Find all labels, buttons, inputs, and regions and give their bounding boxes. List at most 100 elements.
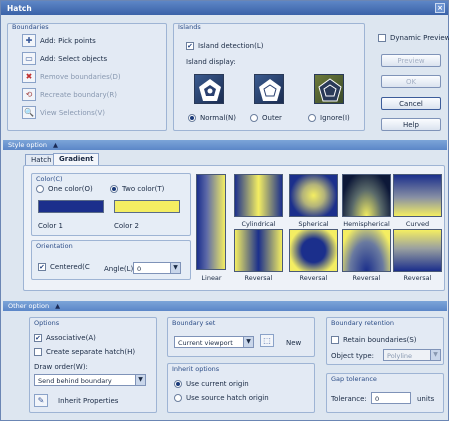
island-outer-preview[interactable] bbox=[254, 74, 284, 104]
pattern-reversal-label-2: Reversal bbox=[299, 274, 328, 282]
pattern-curved[interactable] bbox=[393, 174, 442, 217]
tab-gradient[interactable]: Gradient bbox=[53, 153, 100, 165]
recreate-boundary-icon: ⟲ bbox=[22, 88, 36, 101]
preview-button[interactable]: Preview bbox=[381, 54, 441, 67]
two-color-radio[interactable]: Two color(T) bbox=[110, 185, 164, 193]
object-type-label: Object type: bbox=[331, 352, 375, 360]
gap-tolerance-title: Gap tolerance bbox=[331, 375, 377, 383]
pattern-spherical-label: Spherical bbox=[298, 220, 329, 228]
pick-points-label: Add: Pick points bbox=[40, 36, 96, 45]
boundary-retention-group: Boundary retention Retain boundaries(S) … bbox=[326, 317, 444, 365]
other-option-bar[interactable]: Other option ▲ bbox=[3, 301, 447, 311]
color-group: Color(C) One color(O) Two color(T) Color… bbox=[31, 173, 191, 236]
remove-boundaries-label: Remove boundaries(D) bbox=[40, 72, 121, 81]
color2-label: Color 2 bbox=[114, 222, 139, 230]
tolerance-input[interactable]: 0 bbox=[371, 392, 411, 404]
view-selections-button[interactable]: 🔍 View Selections(V) bbox=[22, 106, 105, 119]
style-option-label: Style option bbox=[8, 141, 47, 149]
pick-points-button[interactable]: ✚ Add: Pick points bbox=[22, 34, 96, 47]
title-bar: Hatch × bbox=[1, 1, 448, 15]
use-current-origin-radio[interactable]: Use current origin bbox=[174, 380, 249, 388]
pentagon-ignore-icon bbox=[318, 78, 342, 102]
island-normal-label: Normal(N) bbox=[200, 114, 237, 122]
cancel-button[interactable]: Cancel bbox=[381, 97, 441, 110]
boundary-set-select[interactable]: Current viewport ▼ bbox=[174, 336, 254, 348]
collapse-icon[interactable]: ▲ bbox=[53, 141, 58, 149]
select-objects-button[interactable]: ▭ Add: Select objects bbox=[22, 52, 107, 65]
use-source-origin-radio[interactable]: Use source hatch origin bbox=[174, 394, 269, 402]
gradient-panel: Color(C) One color(O) Two color(T) Color… bbox=[23, 165, 445, 291]
associative-label: Associative(A) bbox=[46, 334, 96, 342]
normal-radio-dot bbox=[188, 114, 196, 122]
angle-value: 0 bbox=[137, 265, 142, 273]
islands-title: Islands bbox=[178, 23, 201, 31]
units-label: units bbox=[417, 395, 435, 403]
help-button[interactable]: Help bbox=[381, 118, 441, 131]
use-current-origin-label: Use current origin bbox=[186, 380, 249, 388]
island-outer-radio[interactable]: Outer bbox=[250, 114, 282, 122]
object-type-select[interactable]: Polyline ▼ bbox=[383, 349, 441, 361]
color1-swatch[interactable] bbox=[38, 200, 104, 213]
pentagon-normal-icon bbox=[199, 79, 221, 101]
chevron-down-icon: ▼ bbox=[135, 375, 145, 385]
close-icon[interactable]: × bbox=[435, 3, 445, 13]
pattern-cylindrical[interactable] bbox=[234, 174, 283, 217]
pattern-cylindrical-label: Cylindrical bbox=[241, 220, 276, 228]
inherit-options-group: Inherit options Use current origin Use s… bbox=[167, 363, 315, 413]
pattern-hemispherical[interactable] bbox=[342, 174, 391, 217]
inherit-properties-label: Inherit Properties bbox=[58, 396, 119, 405]
angle-label: Angle(L) bbox=[104, 265, 134, 273]
centered-checkbox[interactable]: ✔ Centered(C bbox=[38, 263, 90, 271]
island-outer-label: Outer bbox=[262, 114, 282, 122]
recreate-boundary-button[interactable]: ⟲ Recreate boundary(R) bbox=[22, 88, 117, 101]
retain-boundaries-check-icon bbox=[331, 336, 339, 344]
ok-button[interactable]: OK bbox=[381, 75, 441, 88]
separate-hatch-checkbox[interactable]: Create separate hatch(H) bbox=[34, 348, 135, 356]
island-ignore-radio[interactable]: Ignore(I) bbox=[308, 114, 350, 122]
select-cursor-icon: ⬚ bbox=[263, 336, 271, 345]
island-normal-radio[interactable]: Normal(N) bbox=[188, 114, 236, 122]
pattern-reversal-cylindrical[interactable] bbox=[234, 229, 283, 272]
dynamic-preview-checkbox[interactable]: Dynamic Preview bbox=[378, 34, 449, 42]
use-source-radio-dot bbox=[174, 394, 182, 402]
angle-select[interactable]: 0 ▼ bbox=[133, 262, 181, 274]
color1-label: Color 1 bbox=[38, 222, 63, 230]
boundary-set-title: Boundary set bbox=[172, 319, 216, 327]
view-selections-label: View Selections(V) bbox=[40, 108, 105, 117]
pattern-reversal-hemispherical[interactable] bbox=[342, 229, 391, 272]
select-objects-label: Add: Select objects bbox=[40, 54, 108, 63]
two-color-label: Two color(T) bbox=[122, 185, 165, 193]
tolerance-label: Tolerance: bbox=[331, 395, 367, 403]
chevron-down-icon: ▼ bbox=[170, 263, 180, 273]
island-detection-check-icon: ✔ bbox=[186, 42, 194, 50]
select-objects-icon: ▭ bbox=[22, 52, 36, 65]
pattern-linear[interactable] bbox=[196, 174, 226, 270]
pattern-reversal-curved[interactable] bbox=[393, 229, 442, 272]
one-color-radio[interactable]: One color(O) bbox=[36, 185, 93, 193]
object-type-value: Polyline bbox=[387, 352, 413, 360]
style-option-bar[interactable]: Style option ▲ bbox=[3, 140, 447, 150]
associative-checkbox[interactable]: ✔ Associative(A) bbox=[34, 334, 96, 342]
outer-radio-dot bbox=[250, 114, 258, 122]
centered-check-icon: ✔ bbox=[38, 263, 46, 271]
options-title: Options bbox=[34, 319, 60, 327]
new-boundary-set-button[interactable]: ⬚ bbox=[260, 334, 274, 347]
separate-hatch-check-icon bbox=[34, 348, 42, 356]
collapse-icon[interactable]: ▲ bbox=[55, 302, 60, 310]
retain-boundaries-checkbox[interactable]: Retain boundaries(S) bbox=[331, 336, 417, 344]
pattern-spherical[interactable] bbox=[289, 174, 338, 217]
pattern-reversal-spherical[interactable] bbox=[289, 229, 338, 272]
view-selections-icon: 🔍 bbox=[22, 106, 36, 119]
two-color-radio-dot bbox=[110, 185, 118, 193]
color2-swatch[interactable] bbox=[114, 200, 180, 213]
island-detection-checkbox[interactable]: ✔ Island detection(L) bbox=[186, 42, 263, 50]
separate-hatch-label: Create separate hatch(H) bbox=[46, 348, 136, 356]
new-label: New bbox=[286, 339, 302, 347]
island-normal-preview[interactable] bbox=[194, 74, 224, 104]
draw-order-label: Draw order(W): bbox=[34, 363, 88, 371]
island-detection-label: Island detection(L) bbox=[198, 42, 264, 50]
inherit-properties-button[interactable]: ✎ Inherit Properties bbox=[34, 394, 118, 407]
remove-boundaries-button[interactable]: ✖ Remove boundaries(D) bbox=[22, 70, 121, 83]
island-ignore-preview[interactable] bbox=[314, 74, 344, 104]
draw-order-select[interactable]: Send behind boundary ▼ bbox=[34, 374, 146, 386]
